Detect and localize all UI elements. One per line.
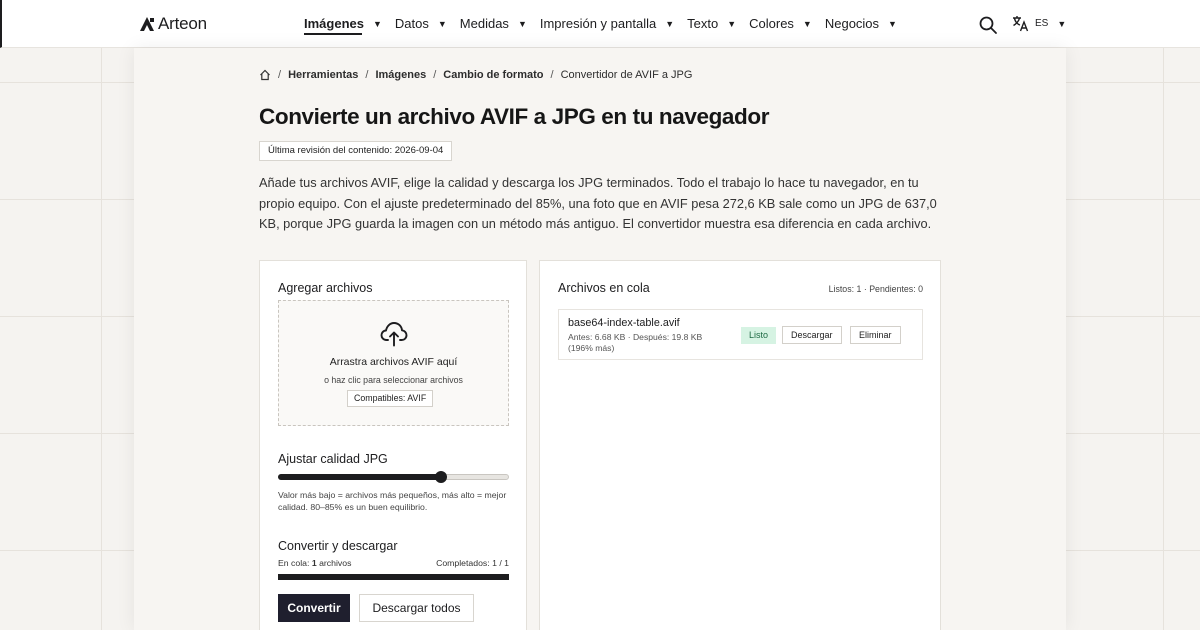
breadcrumb-separator: / bbox=[433, 69, 437, 81]
chevron-down-icon: ▼ bbox=[1057, 18, 1067, 29]
nav-item-label: Datos bbox=[394, 16, 429, 31]
breadcrumb-current: Convertidor de AVIF a JPG bbox=[560, 69, 693, 81]
queue-suffix: archivos bbox=[316, 558, 352, 568]
convert-heading: Convertir y descargar bbox=[278, 539, 398, 553]
file-dropzone[interactable]: Arrastra archivos AVIF aquí o haz clic p… bbox=[278, 300, 509, 426]
queue-panel: Archivos en cola Listos: 1 · Pendientes:… bbox=[539, 260, 941, 630]
language-code: ES bbox=[1035, 18, 1049, 29]
queue-stats: Listos: 1 · Pendientes: 0 bbox=[828, 284, 923, 294]
quality-help-text: Valor más bajo = archivos más pequeños, … bbox=[278, 490, 507, 512]
nav-item-medidas[interactable]: Medidas ▼ bbox=[460, 16, 527, 31]
chevron-down-icon: ▼ bbox=[727, 18, 737, 29]
file-size-meta: Antes: 6.68 KB · Después: 19.8 KB (196% … bbox=[568, 332, 703, 353]
progress-fill bbox=[278, 574, 509, 580]
main-nav: Imágenes ▼ Datos ▼ Medidas ▼ Impresión y… bbox=[304, 16, 910, 35]
slider-thumb[interactable] bbox=[434, 471, 447, 483]
chevron-down-icon: ▼ bbox=[517, 18, 527, 29]
brand-logo[interactable]: Arteon bbox=[139, 14, 207, 34]
breadcrumb-link-cambio-formato[interactable]: Cambio de formato bbox=[443, 69, 543, 81]
breadcrumb-separator: / bbox=[550, 69, 554, 81]
status-badge: Listo bbox=[741, 327, 777, 344]
remove-file-button[interactable]: Eliminar bbox=[850, 326, 901, 344]
dropzone-title: Arrastra archivos AVIF aquí bbox=[329, 356, 458, 368]
breadcrumb-link-imagenes[interactable]: Imágenes bbox=[375, 69, 426, 81]
nav-item-datos[interactable]: Datos ▼ bbox=[395, 16, 447, 31]
nav-item-label: Negocios bbox=[824, 16, 880, 31]
nav-item-label: Imágenes bbox=[304, 16, 364, 31]
add-files-heading: Agregar archivos bbox=[278, 281, 373, 295]
chevron-down-icon: ▼ bbox=[372, 18, 382, 29]
nav-item-impresion-pantalla[interactable]: Impresión y pantalla ▼ bbox=[540, 16, 674, 31]
main-content: / Herramientas / Imágenes / Cambio de fo… bbox=[134, 48, 1066, 630]
converter-panel: Agregar archivos Arrastra archivos AVIF … bbox=[259, 260, 527, 630]
revision-badge: Última revisión del contenido: 2026-09-0… bbox=[259, 141, 453, 161]
intro-paragraph: Añade tus archivos AVIF, elige la calida… bbox=[259, 175, 937, 231]
brand-name: Arteon bbox=[158, 14, 207, 33]
nav-item-colores[interactable]: Colores ▼ bbox=[749, 16, 812, 31]
breadcrumb-separator: / bbox=[365, 69, 369, 81]
brand-mark-icon bbox=[140, 17, 154, 31]
queue-heading: Archivos en cola bbox=[558, 281, 650, 295]
convert-button[interactable]: Convertir bbox=[278, 594, 350, 622]
nav-item-texto[interactable]: Texto ▼ bbox=[687, 16, 736, 31]
cloud-upload-icon bbox=[380, 322, 408, 347]
nav-item-label: Medidas bbox=[459, 16, 509, 31]
queue-summary: En cola: 1 archivos Completados: 1 / 1 bbox=[278, 558, 509, 568]
nav-item-imagenes[interactable]: Imágenes ▼ bbox=[304, 16, 382, 35]
search-button[interactable] bbox=[978, 15, 998, 35]
nav-item-negocios[interactable]: Negocios ▼ bbox=[825, 16, 897, 31]
conversion-progress-bar bbox=[278, 574, 509, 580]
nav-item-label: Colores bbox=[749, 16, 794, 31]
translate-icon bbox=[1013, 16, 1029, 32]
chevron-down-icon: ▼ bbox=[802, 18, 812, 29]
download-file-button[interactable]: Descargar bbox=[782, 326, 842, 344]
download-all-button[interactable]: Descargar todos bbox=[359, 594, 474, 622]
file-name: base64-index-table.avif bbox=[568, 317, 680, 329]
chevron-down-icon: ▼ bbox=[665, 18, 675, 29]
queue-count-text: En cola: 1 archivos bbox=[278, 558, 351, 568]
compatible-formats-badge: Compatibles: AVIF bbox=[347, 390, 434, 407]
page-title: Convierte un archivo AVIF a JPG en tu na… bbox=[259, 104, 770, 129]
nav-item-label: Texto bbox=[687, 16, 719, 31]
home-icon[interactable] bbox=[259, 69, 271, 81]
completed-count: Completados: 1 / 1 bbox=[436, 558, 509, 568]
breadcrumb-link-herramientas[interactable]: Herramientas bbox=[288, 69, 358, 81]
chevron-down-icon: ▼ bbox=[437, 18, 447, 29]
queue-prefix: En cola: bbox=[278, 558, 312, 568]
top-navigation-bar: Arteon Imágenes ▼ Datos ▼ Medidas ▼ Impr… bbox=[0, 0, 1200, 48]
chevron-down-icon: ▼ bbox=[888, 18, 897, 29]
dropzone-subtitle: o haz clic para seleccionar archivos bbox=[324, 375, 463, 385]
nav-item-label: Impresión y pantalla bbox=[539, 16, 657, 31]
breadcrumb-separator: / bbox=[278, 69, 282, 81]
search-icon bbox=[979, 16, 997, 34]
language-selector[interactable]: ES ▼ bbox=[1012, 15, 1066, 32]
queue-file-row: base64-index-table.avif Antes: 6.68 KB ·… bbox=[558, 309, 923, 360]
quality-heading: Ajustar calidad JPG bbox=[278, 452, 388, 466]
breadcrumb: / Herramientas / Imágenes / Cambio de fo… bbox=[259, 69, 692, 81]
slider-fill bbox=[278, 474, 441, 480]
quality-slider[interactable] bbox=[278, 471, 509, 483]
